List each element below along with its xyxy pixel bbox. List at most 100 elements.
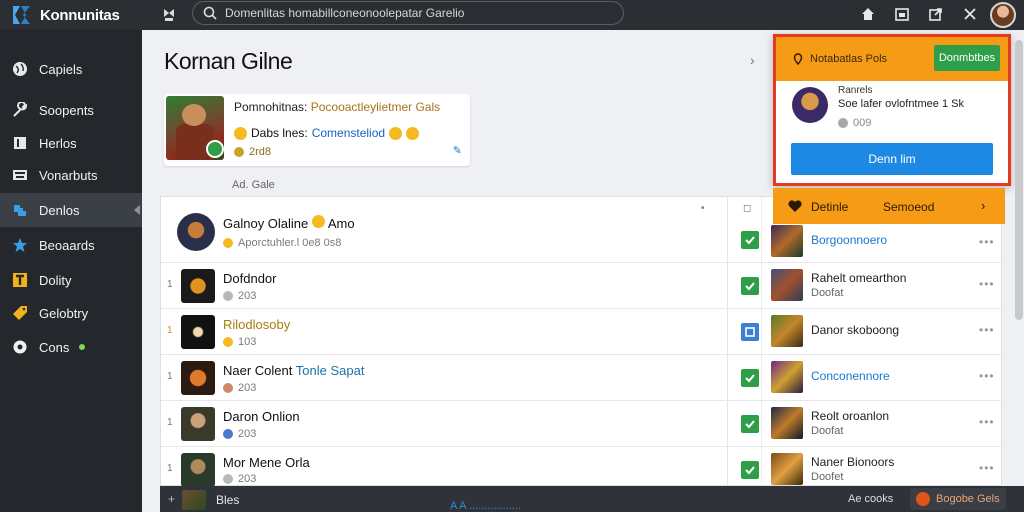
checkbox[interactable]: [741, 323, 759, 341]
featured-card[interactable]: Pomnohitnas: Pocooactleylietmer Gals Dab…: [164, 94, 470, 166]
avatar: [181, 407, 215, 441]
avatar: [181, 315, 215, 349]
keyboard-icon: [11, 166, 29, 184]
chevron-right-icon[interactable]: ›: [981, 198, 985, 213]
emoji-icon: [406, 126, 420, 140]
popup-header-button[interactable]: Donmbtbes: [934, 45, 1000, 71]
checkbox[interactable]: [741, 231, 759, 249]
star-icon: [11, 236, 29, 254]
sidebar-item-label: Cons: [39, 339, 70, 355]
popup-primary-button[interactable]: Denn lim: [791, 143, 993, 175]
game-thumbnail: [771, 453, 803, 485]
footer-text: Ae cooks: [848, 493, 894, 505]
scrollbar[interactable]: [1015, 40, 1023, 320]
row-subtitle: 203: [223, 428, 256, 440]
section-label: Ad. Gale: [232, 179, 275, 191]
popup-action-bar[interactable]: Detinle Semoeod ›: [773, 188, 1005, 224]
sidebar-item-label: Denlos: [39, 202, 80, 218]
sidebar-item-label: Gelobtry: [39, 305, 89, 321]
more-icon[interactable]: •••: [979, 461, 995, 475]
more-icon[interactable]: •••: [979, 235, 995, 249]
sidebar-item-gelobtry[interactable]: Gelobtry: [0, 296, 142, 330]
row-name: Naer Colent Tonle Sapat: [223, 363, 365, 378]
sidebar-item-dolity[interactable]: Dolity: [0, 263, 142, 297]
game-thumbnail: [771, 315, 803, 347]
status-dot-icon: [79, 344, 86, 350]
avatar: [792, 87, 828, 123]
footer-button[interactable]: Bogobe Gels: [910, 488, 1006, 510]
table-row[interactable]: 1 Naer Colent Tonle Sapat 203 Conconenno…: [161, 355, 1003, 401]
checkbox[interactable]: [741, 415, 759, 433]
badge-icon: [206, 140, 224, 158]
table-row[interactable]: 1 Daron Onlion 203 Reolt oroanlon Doofat…: [161, 401, 1003, 447]
footer-link[interactable]: A A .................: [450, 500, 521, 512]
game-subtitle: Doofet: [811, 471, 844, 483]
game-thumbnail: [771, 361, 803, 393]
table-row[interactable]: 1 Mor Mene Orla 203 Naner Bionoors Doofe…: [161, 447, 1003, 487]
circle-icon: [11, 338, 29, 356]
row-subtitle: 203: [223, 473, 256, 485]
sidebar-item-label: Soopents: [39, 102, 94, 118]
coin-icon: [223, 383, 233, 393]
footer-bar: + Bles A A ................. Ae cooks Bo…: [160, 486, 1024, 512]
add-icon[interactable]: +: [168, 492, 175, 506]
row-subtitle: 203: [223, 290, 256, 302]
search-icon: [203, 6, 217, 20]
user-avatar[interactable]: [990, 2, 1016, 28]
row-marker: 1: [167, 279, 173, 290]
table-row[interactable]: 1 Dofdndor 203 Rahelt omearthon Doofat •…: [161, 263, 1003, 309]
notification-popup: Notabatlas Pols Donmbtbes Ranrels Soe la…: [773, 34, 1011, 186]
game-title[interactable]: Borgoonnoero: [811, 233, 887, 247]
game-title[interactable]: Conconennore: [811, 369, 890, 383]
home-icon[interactable]: [858, 4, 878, 24]
game-title[interactable]: Naner Bionoors: [811, 455, 894, 469]
row-marker: 1: [167, 417, 173, 428]
game-subtitle: Doofat: [811, 425, 844, 437]
sidebar-item-denlos[interactable]: Denlos: [0, 193, 142, 227]
sidebar-item-label: Capiels: [39, 61, 83, 77]
game-title[interactable]: Rahelt omearthon: [811, 271, 906, 285]
table-row[interactable]: 1 Rilodlosoby 103 Danor skoboong •••: [161, 309, 1003, 355]
featured-title: Pomnohitnas: Pocooactleylietmer Gals: [234, 100, 441, 114]
game-title[interactable]: Danor skoboong: [811, 323, 899, 337]
brand[interactable]: Konnunitas: [0, 0, 142, 30]
sidebar-item-herlos[interactable]: Herlos: [0, 126, 142, 160]
coin-icon: [223, 474, 233, 484]
sidebar-item-vonarbuts[interactable]: Vonarbuts: [0, 158, 142, 192]
checkbox[interactable]: [741, 277, 759, 295]
sidebar-item-label: Dolity: [39, 272, 72, 288]
coin-icon: [223, 238, 233, 248]
share-icon[interactable]: [926, 4, 946, 24]
search-bar[interactable]: [192, 1, 624, 25]
more-icon[interactable]: •••: [979, 277, 995, 291]
coin-icon: [234, 147, 244, 157]
more-icon[interactable]: •••: [979, 323, 995, 337]
game-title[interactable]: Reolt oroanlon: [811, 409, 889, 423]
t-icon: [11, 271, 29, 289]
puzzle-icon: [11, 201, 29, 219]
calendar-icon[interactable]: [892, 4, 912, 24]
game-thumbnail: [771, 269, 803, 301]
checkbox[interactable]: [741, 369, 759, 387]
checkbox[interactable]: [741, 461, 759, 479]
row-marker: 1: [167, 325, 173, 336]
close-icon[interactable]: [960, 4, 980, 24]
active-caret-icon: [134, 205, 140, 215]
popup-header-text: Notabatlas Pols: [810, 53, 888, 65]
emoji-icon: [311, 215, 325, 228]
wrench-icon: [11, 101, 29, 119]
search-input[interactable]: [225, 6, 605, 20]
chevron-right-icon[interactable]: ›: [750, 52, 755, 68]
more-icon[interactable]: •••: [979, 369, 995, 383]
sidebar-item-capiels[interactable]: Capiels: [0, 52, 142, 86]
edit-icon[interactable]: ✎: [453, 144, 462, 157]
featured-stat: 2rd8: [234, 146, 271, 158]
sidebar-item-cons[interactable]: Cons: [0, 330, 142, 364]
featured-thumbnail: [166, 96, 224, 160]
menu-icon[interactable]: [158, 4, 180, 26]
more-icon[interactable]: •••: [979, 415, 995, 429]
sidebar-item-beoaards[interactable]: Beoaards: [0, 228, 142, 262]
avatar: [181, 361, 215, 395]
sidebar-item-soopents[interactable]: Soopents: [0, 93, 142, 127]
popup-header: Notabatlas Pols Donmbtbes: [776, 37, 1008, 81]
